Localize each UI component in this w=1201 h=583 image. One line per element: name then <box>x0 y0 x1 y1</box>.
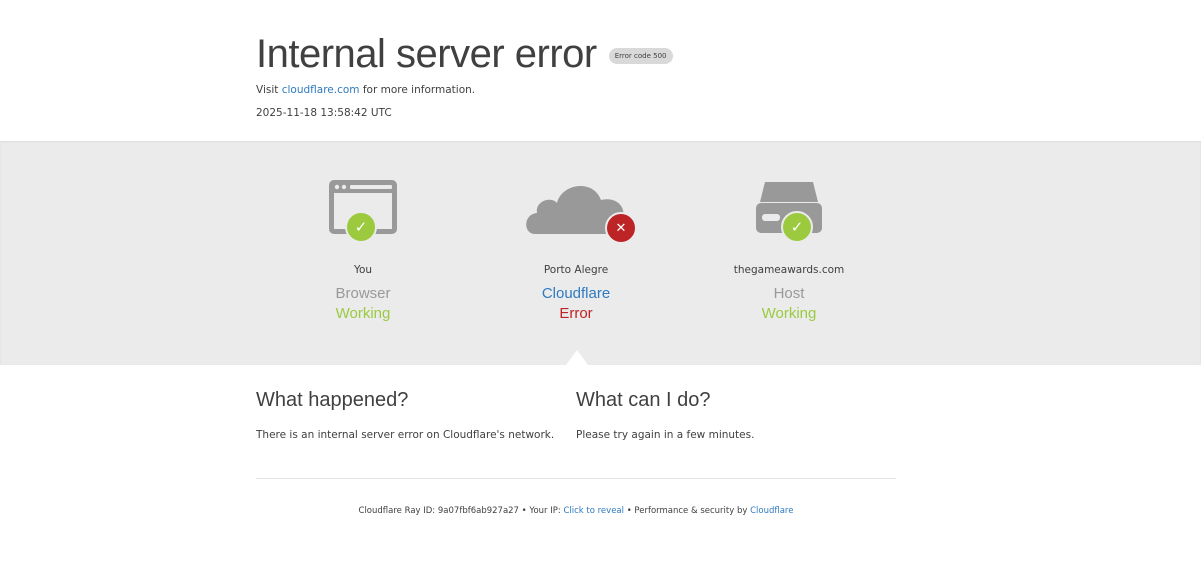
ray-id: 9a07fbf6ab927a27 <box>437 506 519 516</box>
ip-label: Your IP: <box>529 506 561 516</box>
x-icon: ✕ <box>605 212 637 244</box>
node-location: thegameawards.com <box>733 264 845 276</box>
node-browser: ✓ You Browser Working <box>263 176 463 322</box>
server-icon: ✓ <box>734 176 844 246</box>
node-cloudflare: ✕ Porto Alegre Cloudflare Error <box>476 176 676 322</box>
check-icon: ✓ <box>345 211 377 243</box>
what-can-i-do-text: Please try again in a few minutes. <box>576 429 755 441</box>
footer-divider <box>256 478 896 479</box>
error-code-badge: Error code 500 <box>608 48 673 64</box>
what-happened-heading: What happened? <box>256 389 409 411</box>
node-location: Porto Alegre <box>543 264 609 276</box>
what-can-i-do-section: What can I do? Please try again in a few… <box>576 389 876 441</box>
page-title: Internal server error <box>256 32 597 76</box>
visit-prefix: Visit <box>256 84 279 96</box>
node-state: Error <box>559 305 593 322</box>
separator: • <box>626 506 632 516</box>
cloudflare-link[interactable]: cloudflare.com <box>282 84 360 96</box>
visit-suffix: for more information. <box>362 84 476 96</box>
reveal-ip-link[interactable]: Click to reveal <box>563 506 624 516</box>
cloud-icon: ✕ <box>521 176 637 246</box>
node-state: Working <box>335 305 391 322</box>
header: Internal server error Error code 500 Vis… <box>0 0 1201 141</box>
browser-icon: ✓ <box>308 176 418 246</box>
separator: • <box>521 506 527 516</box>
timestamp: 2025-11-18 13:58:42 UTC <box>256 107 392 119</box>
cloudflare-role-link[interactable]: Cloudflare <box>476 285 676 302</box>
node-location: You <box>353 264 373 276</box>
ray-label: Cloudflare Ray ID: <box>358 506 436 516</box>
what-can-i-do-heading: What can I do? <box>576 389 711 411</box>
node-role: Host <box>773 285 805 302</box>
check-icon: ✓ <box>781 211 813 243</box>
perf-label: Performance & security by <box>634 506 748 516</box>
footer: Cloudflare Ray ID: 9a07fbf6ab927a27 • Yo… <box>256 506 896 516</box>
what-happened-section: What happened? There is an internal serv… <box>256 389 556 441</box>
what-happened-text: There is an internal server error on Clo… <box>256 429 555 441</box>
footer-cloudflare-link[interactable]: Cloudflare <box>750 506 793 516</box>
title-row: Internal server error Error code 500 <box>256 32 673 76</box>
node-role: Browser <box>335 285 391 302</box>
pointer-arrow <box>566 350 588 365</box>
visit-line: Visit cloudflare.com for more informatio… <box>256 84 475 96</box>
node-host: ✓ thegameawards.com Host Working <box>689 176 889 322</box>
node-state: Working <box>761 305 817 322</box>
